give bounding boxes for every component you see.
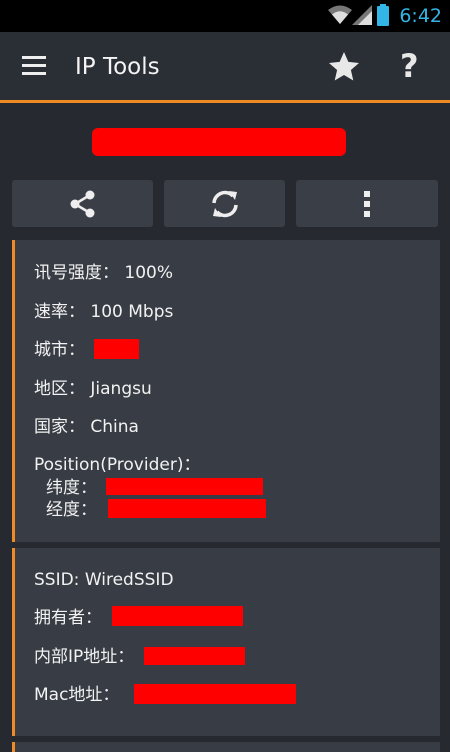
star-icon[interactable]	[326, 49, 362, 85]
next-card	[12, 742, 440, 752]
ssid-value: WiredSSID	[84, 570, 174, 590]
redacted-latitude	[106, 478, 263, 495]
refresh-icon	[211, 190, 238, 217]
redacted-owner	[112, 606, 243, 626]
mac-label: Mac地址：	[34, 685, 120, 705]
longitude-row: 经度：	[46, 499, 97, 521]
overflow-button[interactable]	[296, 180, 438, 227]
help-icon[interactable]: ?	[400, 46, 419, 86]
app-title: IP Tools	[75, 54, 160, 80]
action-bar: IP Tools ?	[0, 32, 450, 103]
redacted-city	[94, 339, 139, 359]
clock: 6:42	[399, 5, 442, 27]
cell-signal-icon	[352, 5, 372, 25]
internal-ip-label: 内部IP地址：	[34, 647, 135, 667]
region-label: 地区：	[34, 379, 85, 399]
ssid-row: SSID: WiredSSID	[34, 569, 174, 591]
ssid-label: SSID:	[34, 570, 80, 590]
share-icon	[70, 190, 94, 217]
internal-ip-row: 内部IP地址：	[34, 646, 134, 668]
overflow-menu-icon	[364, 190, 370, 217]
wifi-icon	[328, 5, 352, 24]
redacted-mac	[134, 684, 296, 704]
redacted-longitude	[108, 499, 266, 518]
latitude-label: 纬度：	[46, 478, 97, 498]
signal-value: 100%	[124, 263, 174, 283]
rate-value: 100 Mbps	[90, 302, 174, 322]
owner-row: 拥有者：	[34, 607, 102, 629]
rate-row: 速率： 100 Mbps	[34, 301, 173, 323]
redacted-ip-header	[92, 128, 346, 156]
signal-label: 讯号强度：	[34, 263, 119, 283]
city-row: 城市：	[34, 339, 85, 361]
mac-row: Mac地址：	[34, 684, 119, 706]
signal-row: 讯号强度： 100%	[34, 262, 173, 284]
redacted-internal-ip	[144, 647, 245, 665]
rate-label: 速率：	[34, 302, 85, 322]
region-row: 地区： Jiangsu	[34, 378, 152, 400]
refresh-button[interactable]	[164, 180, 285, 227]
country-label: 国家：	[34, 417, 85, 437]
country-value: China	[90, 417, 139, 437]
country-row: 国家： China	[34, 416, 139, 438]
region-value: Jiangsu	[90, 379, 152, 399]
position-row: Position(Provider)：	[34, 454, 200, 476]
latitude-row: 纬度：	[46, 477, 97, 499]
network-card: SSID: WiredSSID 拥有者： 内部IP地址： Mac地址：	[12, 548, 440, 736]
menu-icon[interactable]	[20, 54, 50, 78]
owner-label: 拥有者：	[34, 608, 102, 628]
city-label: 城市：	[34, 340, 85, 360]
battery-icon	[377, 4, 389, 26]
share-button[interactable]	[12, 180, 153, 227]
location-card: 讯号强度： 100% 速率： 100 Mbps 城市： 地区： Jiangsu …	[12, 240, 440, 542]
status-bar: 6:42	[0, 0, 450, 32]
longitude-label: 经度：	[46, 500, 97, 520]
position-label: Position(Provider)：	[34, 455, 201, 475]
